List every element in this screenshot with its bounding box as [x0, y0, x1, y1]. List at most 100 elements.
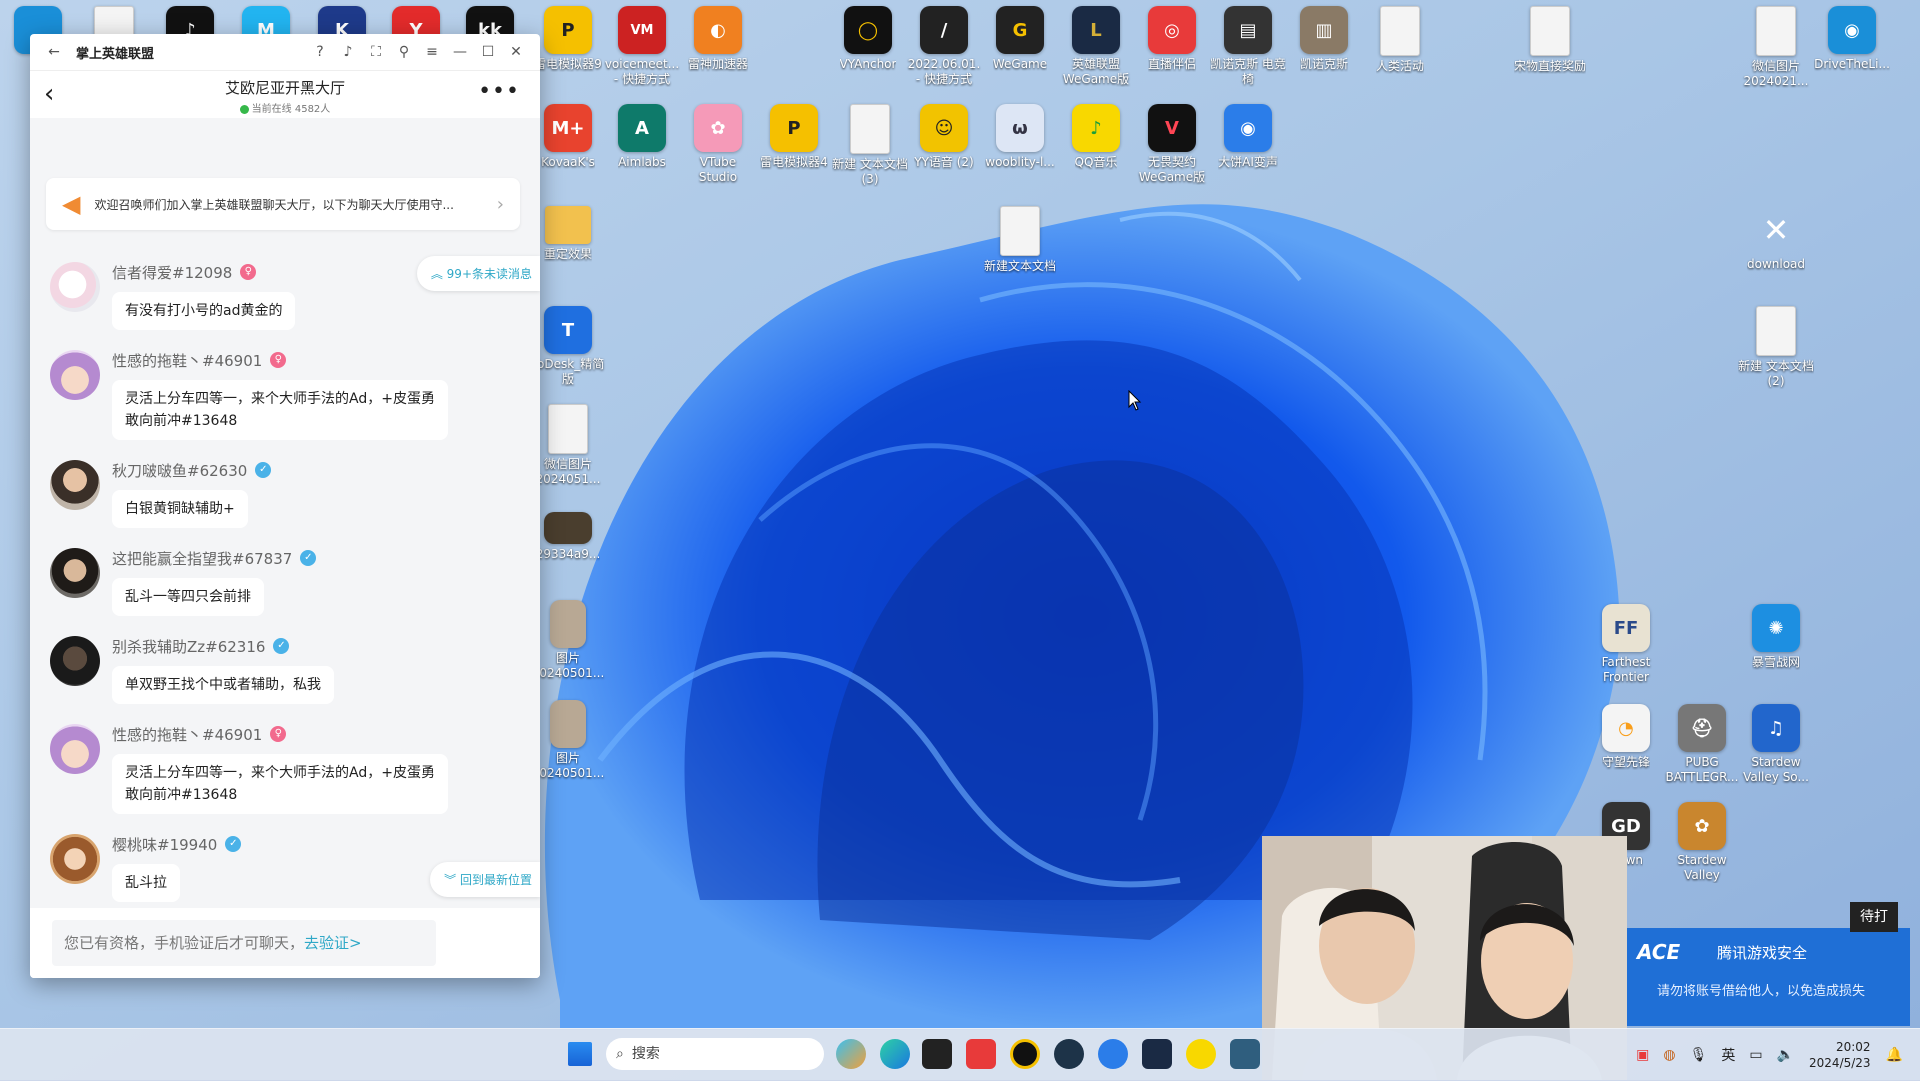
microphone-icon[interactable]: 🎙 — [1690, 1047, 1708, 1063]
ime-indicator[interactable]: 英 — [1721, 1045, 1735, 1065]
fullscreen-icon[interactable]: ⛶ — [362, 44, 390, 60]
username[interactable]: 信者得爱#12098 — [112, 262, 232, 283]
notification-bell-icon[interactable]: 🔔 — [1886, 1047, 1903, 1063]
username[interactable]: 樱桃味#19940 — [112, 834, 217, 855]
avatar[interactable] — [50, 636, 100, 686]
maximize-button[interactable]: ☐ — [474, 44, 502, 60]
icon-label: WeGame — [992, 57, 1048, 71]
desktop-icon-doc[interactable]: 宋物直接奖励 — [1512, 6, 1588, 74]
pin-icon[interactable]: ⚲ — [390, 44, 418, 60]
desktop-icon-pubg[interactable]: ⛑ PUBG BATTLEGR... — [1664, 704, 1740, 785]
desktop-icon-ldplayer9[interactable]: P 雷电模拟器9 — [530, 6, 606, 72]
desktop-icon-battlenet[interactable]: ✺ 暴雪战网 — [1738, 604, 1814, 670]
app-taskbar-icon[interactable] — [1054, 1039, 1084, 1069]
desktop-icon-livecompanion[interactable]: ◎ 直播伴侣 — [1134, 6, 1210, 72]
desktop-icon-image[interactable]: 图片 20240501... — [530, 600, 606, 681]
desktop-icon-drivetheli[interactable]: ◉ DriveTheLi... — [1814, 6, 1890, 72]
vyanchor-taskbar-icon[interactable] — [1010, 1039, 1040, 1069]
desktop-icon-voicemeeter[interactable]: VM voicemeet... - 快捷方式 — [604, 6, 680, 87]
username[interactable]: 性感的拖鞋丶#46901 — [112, 724, 262, 745]
desktop-icon-stardew-soundtrack[interactable]: ♫ Stardew Valley So... — [1738, 704, 1814, 785]
desktop-icon-farthest-frontier[interactable]: FF Farthest Frontier — [1588, 604, 1664, 685]
username[interactable]: 秋刀啵啵鱼#62630 — [112, 460, 247, 481]
desktop-icon-wechat-image[interactable]: 微信图片 2024021... — [1738, 6, 1814, 89]
app-taskbar-icon[interactable] — [1230, 1039, 1260, 1069]
avatar[interactable] — [50, 834, 100, 884]
shortcut-taskbar-icon[interactable] — [922, 1039, 952, 1069]
message-input[interactable]: 您已有资格，手机验证后才可聊天，去验证> — [52, 920, 436, 966]
verified-badge-icon: ✓ — [255, 462, 272, 478]
desktop-icon-doc[interactable]: 人类活动 — [1362, 6, 1438, 74]
desktop-icon-vyanchor[interactable]: ◯ VYAnchor — [830, 6, 906, 72]
desktop-icon-stardew[interactable]: ✿ Stardew Valley — [1664, 802, 1740, 883]
copilot-icon[interactable] — [836, 1039, 866, 1069]
live-companion-taskbar-icon[interactable] — [966, 1039, 996, 1069]
desktop-icon-wechat-image[interactable]: 微信图片 2024051... — [530, 404, 606, 487]
minimize-button[interactable]: — — [446, 44, 474, 60]
desktop-icon-qqmusic[interactable]: ♪ QQ音乐 — [1058, 104, 1134, 170]
username[interactable]: 别杀我辅助Zz#62316 — [112, 636, 265, 657]
desktop-icon-karnox[interactable]: ▥ 凯诺克斯 — [1286, 6, 1362, 72]
icon-label: 29334a9... — [535, 547, 601, 561]
start-windows-icon[interactable] — [568, 1042, 592, 1066]
volume-icon[interactable]: 🔈 — [1777, 1047, 1794, 1063]
avatar[interactable] — [50, 262, 100, 312]
desktop-icon-shortcut[interactable]: / 2022.06.01. - 快捷方式 — [906, 6, 982, 87]
desktop-icon-valorant[interactable]: V 无畏契约 WeGame版 — [1134, 104, 1210, 185]
avatar[interactable] — [50, 548, 100, 598]
taskbar-search[interactable]: ⌕ 搜索 — [606, 1038, 824, 1070]
speaker-icon[interactable]: ♪ — [334, 44, 362, 60]
avatar[interactable] — [50, 350, 100, 400]
desktop-icon-doc[interactable]: 新建 文本文档 (2) — [1738, 306, 1814, 389]
desktop-icon-overwatch[interactable]: ◔ 守望先锋 — [1588, 704, 1664, 770]
overwatch-icon: ◔ — [1602, 704, 1650, 752]
desktop-icon-wegame[interactable]: G WeGame — [982, 6, 1058, 72]
more-options-icon[interactable]: ••• — [478, 79, 520, 104]
unread-messages-button[interactable]: ︽ 99+条未读消息 — [416, 256, 540, 291]
desktop-icon-download[interactable]: ✕ download — [1738, 206, 1814, 272]
menu-icon[interactable]: ≡ — [418, 44, 446, 60]
desktop-icon-image[interactable]: 图片 20240501... — [530, 700, 606, 781]
avatar[interactable] — [50, 724, 100, 774]
desktop-icon-kovaaks[interactable]: M+ KovaaK's — [530, 104, 606, 170]
chat-window: ← 掌上英雄联盟 ? ♪ ⛶ ⚲ ≡ — ☐ ✕ ‹ 艾欧尼亚开黑大厅 当前在线… — [30, 34, 540, 978]
desktop-icon-folder[interactable]: 重定效果 — [530, 206, 606, 262]
desktop-icon-chair[interactable]: ▤ 凯诺克斯 电竞椅 — [1210, 6, 1286, 87]
avatar[interactable] — [50, 460, 100, 510]
edge-icon[interactable] — [880, 1039, 910, 1069]
desktop-icon-vtube[interactable]: ✿ VTube Studio — [680, 104, 756, 185]
announcement-banner[interactable]: ◀ 欢迎召唤师们加入掌上英雄联盟聊天大厅，以下为聊天大厅使用守... › — [46, 178, 520, 230]
desktop-icon-ldplayer4[interactable]: P 雷电模拟器4 — [756, 104, 832, 170]
jump-to-latest-button[interactable]: ︾ 回到最新位置 — [430, 862, 540, 897]
desktop-icon-doc[interactable]: 新建 文本文档 (3) — [832, 104, 908, 187]
qqmusic-taskbar-icon[interactable] — [1186, 1039, 1216, 1069]
username[interactable]: 性感的拖鞋丶#46901 — [112, 350, 262, 371]
desktop-icon-voicechanger[interactable]: ◉ 大饼AI变声 — [1210, 104, 1286, 170]
back-chevron-icon[interactable]: ‹ — [44, 81, 54, 107]
lol-taskbar-icon[interactable] — [1142, 1039, 1172, 1069]
icon-label: 暴雪战网 — [1751, 655, 1800, 669]
message-bubble: 有没有打小号的ad黄金的 — [112, 292, 296, 330]
desktop-icon-aimlabs[interactable]: A Aimlabs — [604, 104, 680, 170]
desktop-icon-doc[interactable]: 新建文本文档 — [982, 206, 1058, 274]
network-icon[interactable]: ▭ — [1749, 1047, 1762, 1063]
live-tray-icon[interactable]: ▣ — [1636, 1047, 1649, 1063]
desktop-icon-image[interactable]: 29334a9... — [530, 512, 606, 562]
voice-changer-taskbar-icon[interactable] — [1098, 1039, 1128, 1069]
app-tray-icon[interactable]: ◍ — [1663, 1047, 1675, 1063]
verify-link[interactable]: 去验证> — [304, 934, 362, 952]
clock[interactable]: 20:02 2024/5/23 — [1809, 1039, 1871, 1071]
desktop-icon-lol[interactable]: L 英雄联盟 WeGame版 — [1058, 6, 1134, 87]
message-list[interactable]: ◀ 欢迎召唤师们加入掌上英雄联盟聊天大厅，以下为聊天大厅使用守... › ︽ 9… — [30, 118, 540, 908]
desktop-icon-yy[interactable]: ☺ YY语音 (2) — [906, 104, 982, 170]
icon-label: Stardew Valley — [1677, 853, 1727, 882]
double-chevron-up-icon: ︽ — [430, 267, 447, 281]
ace-security-toast[interactable]: 待打 ACE 腾讯游戏安全 请勿将账号借给他人，以免造成损失 — [1627, 902, 1910, 1026]
back-arrow-icon[interactable]: ← — [40, 44, 68, 60]
close-button[interactable]: ✕ — [502, 44, 530, 60]
username[interactable]: 这把能赢全指望我#67837 — [112, 548, 292, 569]
desktop-icon-todesk[interactable]: T ToDesk_精简版 — [530, 306, 606, 387]
desktop-icon-leishen[interactable]: ◐ 雷神加速器 — [680, 6, 756, 72]
desktop-icon-wooblity[interactable]: ω wooblity-l... — [982, 104, 1058, 170]
help-icon[interactable]: ? — [306, 44, 334, 60]
